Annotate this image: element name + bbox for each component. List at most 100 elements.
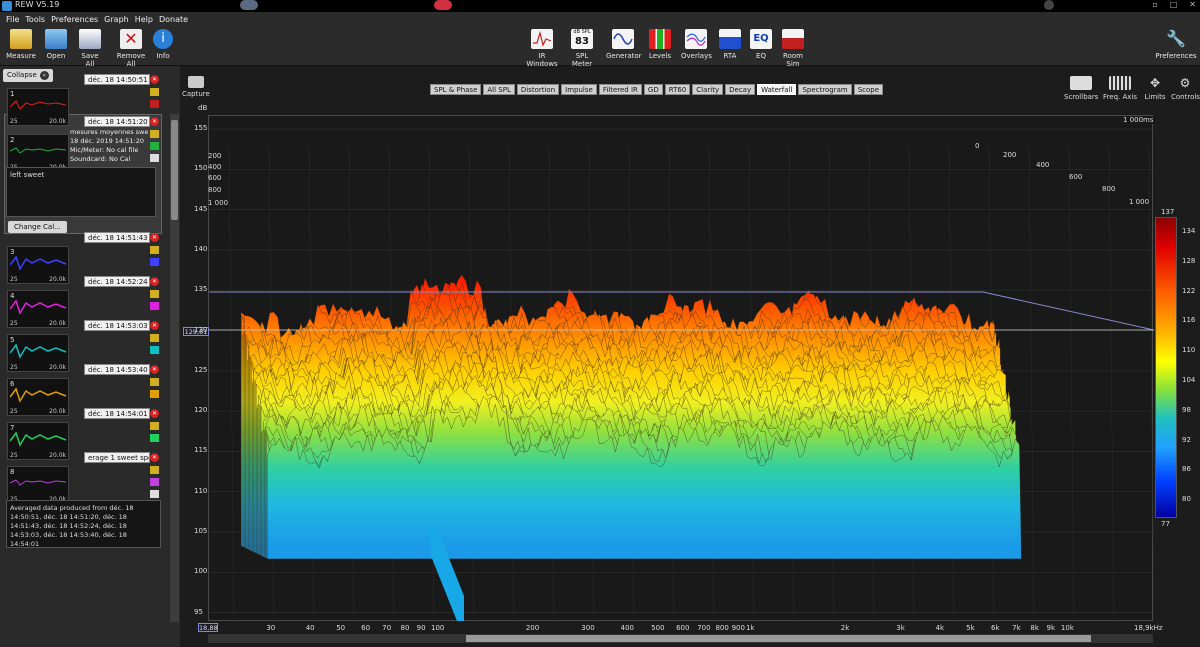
panel-scrollbar-thumb[interactable]	[171, 120, 178, 220]
edit-icon[interactable]	[150, 246, 159, 254]
info-doc-icon[interactable]	[150, 154, 159, 162]
horizontal-scrollbar-thumb[interactable]	[466, 635, 1091, 642]
measurement-name[interactable]: erage 1 sweet spot	[84, 452, 150, 463]
measurement-thumbnail[interactable]: 1 25 20.0k	[7, 88, 69, 126]
tab-spl-phase[interactable]: SPL & Phase	[430, 84, 482, 95]
spl-meter-button[interactable]: dB SPL 83 SPL Meter	[565, 29, 599, 68]
tab-clarity[interactable]: Clarity	[692, 84, 724, 95]
tab-scope[interactable]: Scope	[853, 84, 884, 95]
title-bar: REW V5.19 ▫ □ ✕	[0, 0, 1200, 12]
horizontal-scrollbar[interactable]	[208, 634, 1153, 643]
color-icon[interactable]	[150, 258, 159, 266]
measurement-name[interactable]: déc. 18 14:52:24	[84, 276, 150, 287]
scrollbars-button[interactable]: Scrollbars	[1064, 76, 1098, 101]
eq-button[interactable]: EQ EQ	[750, 29, 772, 60]
remove-measurement-icon[interactable]: ✕	[150, 75, 159, 84]
edit-icon[interactable]	[150, 130, 159, 138]
maximize-icon[interactable]: □	[1170, 0, 1178, 9]
measure-button[interactable]: Measure	[6, 29, 36, 60]
save-all-button[interactable]: Save All	[76, 29, 104, 68]
menu-donate[interactable]: Donate	[159, 15, 188, 24]
remove-measurement-icon[interactable]: ✕	[150, 365, 159, 374]
measurement-thumbnail[interactable]: 5 25 20.0k	[7, 334, 69, 372]
info-button[interactable]: i Info	[152, 29, 174, 60]
color-icon[interactable]	[150, 478, 159, 486]
tab-gd[interactable]: GD	[643, 84, 663, 95]
edit-icon[interactable]	[150, 334, 159, 342]
remove-measurement-icon[interactable]: ✕	[150, 409, 159, 418]
remove-measurement-icon[interactable]: ✕	[150, 277, 159, 286]
close-icon[interactable]: ✕	[1189, 0, 1196, 9]
color-icon[interactable]	[150, 100, 159, 108]
measurement-thumbnail[interactable]: 6 25 20.0k	[7, 378, 69, 416]
ir-windows-button[interactable]: IR Windows	[522, 29, 562, 68]
scrollbars-icon	[1070, 76, 1092, 90]
waterfall-plot[interactable]	[208, 115, 1155, 623]
preferences-button[interactable]: 🔧 Preferences	[1155, 29, 1197, 60]
measurement-thumbnail[interactable]: 4 25 20.0k	[7, 290, 69, 328]
y-tick-label: 125	[194, 365, 208, 374]
rta-button[interactable]: RTA	[718, 29, 742, 60]
levels-button[interactable]: Levels	[648, 29, 672, 60]
controls-button[interactable]: ⚙ Controls	[1171, 76, 1200, 101]
panel-scrollbar[interactable]	[170, 114, 179, 622]
change-cal-button[interactable]: Change Cal...	[8, 221, 67, 233]
overlays-button[interactable]: Overlays	[681, 29, 712, 60]
menu-help[interactable]: Help	[135, 15, 153, 24]
generator-button[interactable]: Generator	[606, 29, 642, 60]
average-notes[interactable]: Averaged data produced from déc. 18 14:5…	[6, 500, 161, 548]
x-tick-label: 800	[715, 624, 729, 632]
measurement-name[interactable]: déc. 18 14:53:03	[84, 320, 150, 331]
measurement-thumbnail[interactable]: 7 25 20.0k	[7, 422, 69, 460]
measurement-name[interactable]: déc. 18 14:53:40	[84, 364, 150, 375]
color-icon[interactable]	[150, 434, 159, 442]
measurement-notes[interactable]: left sweet	[6, 167, 156, 217]
tab-spectrogram[interactable]: Spectrogram	[798, 84, 852, 95]
color-scale-min: 77	[1161, 520, 1170, 528]
tab-all-spl[interactable]: All SPL	[483, 84, 515, 95]
menu-file[interactable]: File	[6, 15, 19, 24]
color-icon[interactable]	[150, 346, 159, 354]
menu-tools[interactable]: Tools	[25, 15, 45, 24]
grid-line	[1148, 145, 1155, 623]
measurement-name[interactable]: déc. 18 14:51:20	[84, 116, 150, 127]
remove-all-button[interactable]: ✕ Remove All	[112, 29, 150, 68]
edit-icon[interactable]	[150, 466, 159, 474]
tab-filtered-ir[interactable]: Filtered IR	[598, 84, 642, 95]
tab-distortion[interactable]: Distortion	[516, 84, 560, 95]
x-tick-label: 10k	[1060, 624, 1074, 632]
edit-icon[interactable]	[150, 378, 159, 386]
menu-graph[interactable]: Graph	[104, 15, 129, 24]
tab-rt60[interactable]: RT60	[664, 84, 691, 95]
x-axis-start[interactable]: 18,88	[198, 623, 218, 632]
remove-measurement-icon[interactable]: ✕	[150, 233, 159, 242]
room-sim-button[interactable]: Room Sim	[776, 29, 810, 68]
remove-measurement-icon[interactable]: ✕	[150, 117, 159, 126]
remove-measurement-icon[interactable]: ✕	[150, 321, 159, 330]
measurement-thumbnail[interactable]: 8 25 20.0k	[7, 466, 69, 504]
open-button[interactable]: Open	[44, 29, 68, 60]
measurement-name[interactable]: déc. 18 14:50:51	[84, 74, 150, 85]
tab-decay[interactable]: Decay	[725, 84, 756, 95]
capture-button[interactable]: Capture	[182, 76, 210, 98]
menu-preferences[interactable]: Preferences	[51, 15, 98, 24]
measurement-name[interactable]: déc. 18 14:54:01	[84, 408, 150, 419]
collapse-button[interactable]: Collapse «	[3, 69, 53, 82]
tab-waterfall[interactable]: Waterfall	[757, 84, 797, 95]
edit-icon[interactable]	[150, 290, 159, 298]
edit-icon[interactable]	[150, 88, 159, 96]
minimize-icon[interactable]: ▫	[1152, 0, 1157, 9]
x-tick-label: 600	[676, 624, 690, 632]
color-icon[interactable]	[150, 302, 159, 310]
limits-button[interactable]: ✥ Limits	[1142, 76, 1168, 101]
info-doc-icon[interactable]	[150, 490, 159, 498]
remove-measurement-icon[interactable]: ✕	[150, 453, 159, 462]
measurement-thumbnail[interactable]: 3 25 20.0k	[7, 246, 69, 284]
color-icon[interactable]	[150, 142, 159, 150]
tab-impulse[interactable]: Impulse	[561, 84, 597, 95]
color-icon[interactable]	[150, 390, 159, 398]
grid-line	[1028, 145, 1035, 623]
freq-axis-button[interactable]: Freq. Axis	[1102, 76, 1138, 101]
measurement-name[interactable]: déc. 18 14:51:43	[84, 232, 150, 243]
edit-icon[interactable]	[150, 422, 159, 430]
